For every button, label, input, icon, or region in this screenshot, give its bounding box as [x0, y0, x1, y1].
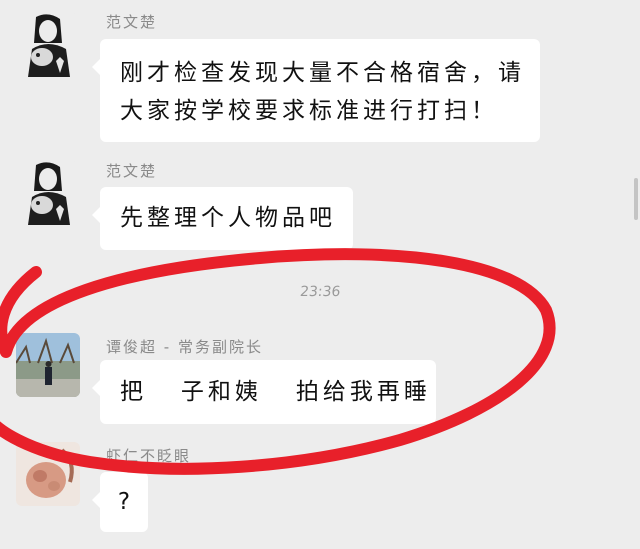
message-bubble[interactable]: 先整理个人物品吧 — [92, 187, 353, 250]
message-bubble[interactable]: 刚才检查发现大量不合格宿舍，请 大家按学校要求标准进行打扫！ — [92, 39, 540, 142]
message-text: ? — [117, 489, 131, 515]
message-text: 先整理个人物品吧 — [120, 205, 336, 231]
avatar[interactable] — [16, 442, 80, 506]
message-text: 刚才检查发现大量不合格宿舍，请 大家按学校要求标准进行打扫！ — [120, 60, 525, 124]
sender-name: 范文楚 — [106, 13, 158, 31]
avatar[interactable] — [16, 13, 80, 77]
avatar[interactable] — [16, 161, 80, 225]
sender-name: 范文楚 — [106, 162, 158, 180]
avatar[interactable] — [16, 333, 80, 397]
sender-name: 虾仁不眨眼 — [106, 447, 192, 465]
scrollbar-thumb[interactable] — [634, 178, 638, 220]
message-text: 把 子和姨 拍给我再睡 — [120, 379, 431, 405]
sender-name: 谭俊超 - 常务副院长 — [106, 338, 263, 356]
timestamp: 23:36 — [299, 284, 342, 300]
message-bubble[interactable]: ? — [92, 472, 148, 532]
message-bubble[interactable]: 把 子和姨 拍给我再睡 — [92, 360, 436, 424]
